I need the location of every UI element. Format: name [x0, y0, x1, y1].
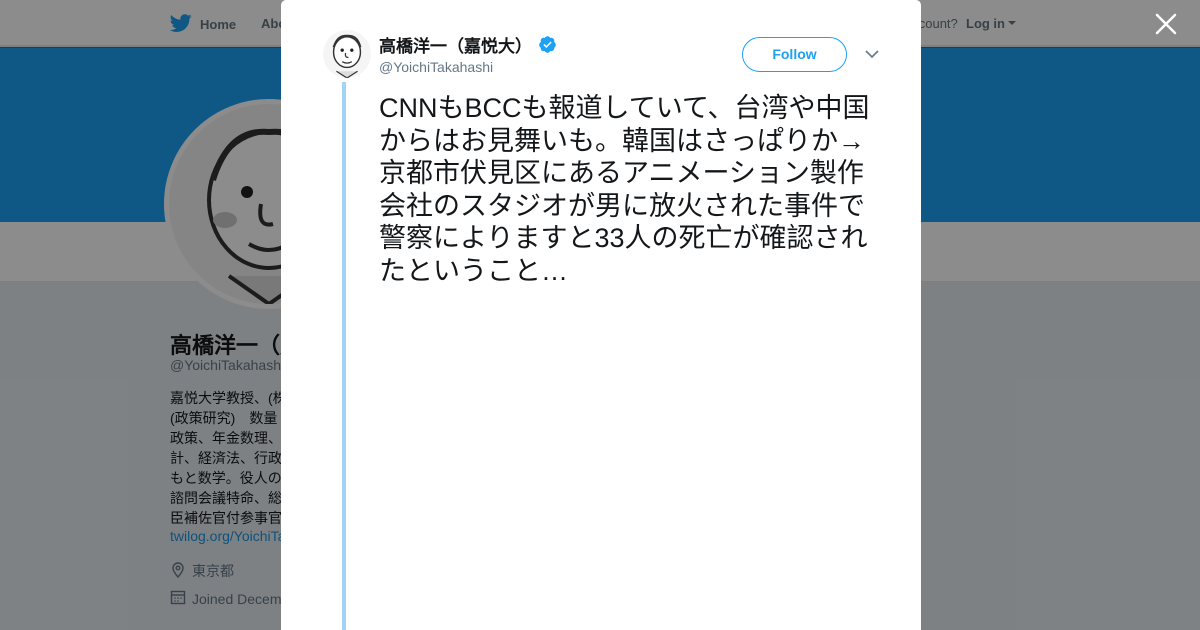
tweet-modal: 高橋洋一（嘉悦大） @YoichiTakahashi Follow CNNもBC… [281, 0, 921, 630]
author-name-label: 高橋洋一（嘉悦大） [379, 37, 532, 56]
close-button[interactable] [1153, 11, 1179, 37]
chevron-down-icon [864, 46, 880, 62]
follow-button[interactable]: Follow [742, 37, 847, 72]
tweet-author-name[interactable]: 高橋洋一（嘉悦大） [379, 32, 557, 57]
tweet-more-menu[interactable] [864, 46, 880, 62]
tweet-text: CNNもBCCも報道していて、台湾や中国からはお見舞いも。韓国はさっぱりか→京都… [379, 93, 870, 286]
tweet-author-handle[interactable]: @YoichiTakahashi [379, 59, 493, 75]
close-icon [1153, 13, 1179, 41]
verified-badge-icon [538, 35, 557, 54]
tweet-author-avatar[interactable] [323, 30, 371, 78]
thread-line [342, 82, 346, 630]
